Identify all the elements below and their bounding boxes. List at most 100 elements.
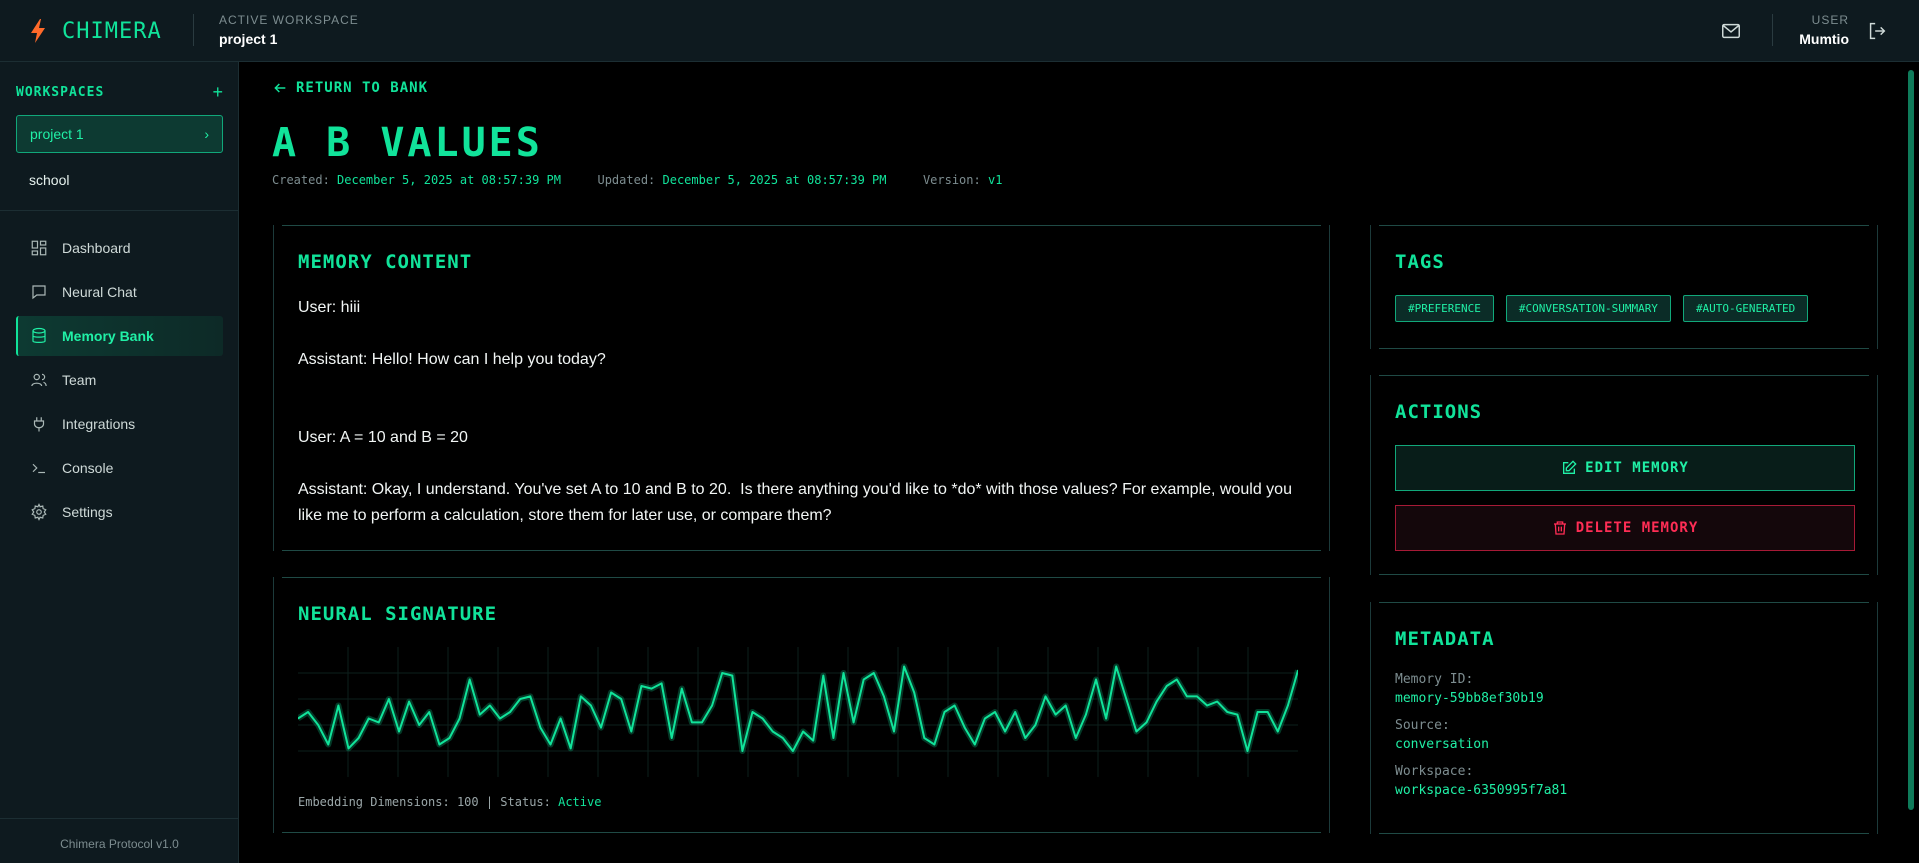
sidebar-item-console[interactable]: Console [16, 448, 223, 488]
sidebar-item-neural-chat[interactable]: Neural Chat [16, 272, 223, 312]
signature-point [1206, 704, 1208, 707]
signature-point [1196, 695, 1198, 698]
signature-point [1216, 700, 1218, 703]
delete-memory-button[interactable]: DELETE MEMORY [1395, 505, 1855, 551]
return-to-bank-label: RETURN TO BANK [296, 80, 429, 96]
memory-content-panel: MEMORY CONTENT User: hiii Assistant: Hel… [273, 225, 1330, 551]
tag-chip[interactable]: #AUTO-GENERATED [1682, 295, 1809, 322]
sidebar-item-label: Integrations [62, 416, 136, 432]
memory-timestamps: Created: December 5, 2025 at 08:57:39 PM… [272, 173, 1002, 187]
signature-point [1064, 704, 1067, 707]
signature-point [1256, 711, 1259, 713]
tag-chip[interactable]: #CONVERSATION-SUMMARY [1505, 295, 1671, 322]
updated-label: Updated: [597, 173, 656, 187]
signature-point [771, 730, 774, 733]
signature-point [1155, 700, 1158, 703]
signature-point [640, 685, 643, 687]
scrollbar-thumb[interactable] [1908, 70, 1914, 810]
sidebar-item-integrations[interactable]: Integrations [16, 404, 223, 444]
signature-point [1004, 730, 1006, 733]
sidebar-item-label: Dashboard [62, 240, 131, 256]
signature-point [721, 672, 724, 674]
signature-point [418, 724, 421, 726]
signature-point [458, 717, 461, 720]
users-icon [31, 373, 47, 387]
signature-point [1246, 750, 1249, 752]
signature-point [822, 674, 825, 677]
signature-point [388, 698, 390, 700]
signature-point [761, 717, 764, 720]
signature-point [620, 698, 623, 700]
signature-point [913, 691, 915, 694]
embedding-info: Embedding Dimensions: 100 | Status: [298, 795, 551, 809]
metadata-title: METADATA [1395, 628, 1495, 650]
sidebar-item-label: Neural Chat [62, 284, 137, 300]
tag-chip[interactable]: #PREFERENCE [1395, 295, 1494, 322]
mail-icon[interactable] [1720, 20, 1742, 42]
signature-point [1145, 721, 1148, 724]
bolt-icon [31, 19, 45, 43]
signature-point [812, 739, 814, 742]
sidebar-divider [0, 210, 239, 211]
sidebar-item-memory-bank[interactable]: Memory Bank [16, 316, 223, 356]
workspaces-header: WORKSPACES + [16, 82, 223, 103]
main-content: RETURN TO BANK A B VALUES Created: Decem… [240, 62, 1905, 863]
signature-point [600, 726, 602, 729]
signature-point [367, 717, 370, 720]
actions-panel: ACTIONS EDIT MEMORY DELETE MEMORY [1370, 375, 1878, 575]
signature-point [862, 678, 865, 681]
gear-icon [31, 503, 47, 521]
arrow-left-icon [274, 83, 286, 93]
workspace-item-project-1[interactable]: project 1 › [16, 115, 223, 153]
signature-point [1266, 711, 1269, 713]
workspace-id-value: workspace-6350995f7a81 [1395, 783, 1568, 798]
return-to-bank-link[interactable]: RETURN TO BANK [272, 80, 428, 96]
workspace-item-school[interactable]: school [16, 165, 223, 195]
signature-point [701, 721, 703, 724]
active-workspace-label: ACTIVE WORKSPACE [219, 13, 359, 27]
signature-point [1074, 737, 1077, 739]
page-title: A B VALUES [272, 120, 543, 166]
metadata-key: Source: [1395, 718, 1450, 733]
sidebar-item-settings[interactable]: Settings [16, 492, 223, 532]
chat-icon [32, 285, 46, 300]
signature-point [539, 726, 542, 729]
signature-point [1054, 713, 1057, 716]
signature-point [1105, 717, 1107, 720]
signature-point [933, 743, 936, 746]
signature-point [893, 730, 895, 733]
signature-point [590, 704, 592, 707]
signature-point [610, 691, 612, 694]
add-workspace-icon[interactable]: + [212, 82, 223, 103]
sidebar-item-team[interactable]: Team [16, 360, 223, 400]
status-value: Active [558, 795, 602, 809]
sidebar-item-label: Console [62, 460, 114, 476]
sidebar-nav: Dashboard Neural Chat Memory Bank Team I… [16, 228, 223, 536]
logout-icon[interactable] [1866, 20, 1888, 42]
signature-point [984, 717, 986, 720]
edit-memory-button[interactable]: EDIT MEMORY [1395, 445, 1855, 491]
signature-point [357, 737, 360, 739]
version-footer: Chimera Protocol v1.0 [60, 837, 179, 851]
signature-point [782, 737, 784, 739]
signature-point [1175, 678, 1178, 681]
signature-point [1014, 711, 1016, 713]
memory-id-value: memory-59bb8ef30b19 [1395, 691, 1544, 706]
signature-point [378, 721, 380, 724]
signature-point [448, 737, 451, 739]
workspace-item-label: project 1 [30, 126, 84, 142]
sidebar-item-dashboard[interactable]: Dashboard [16, 228, 223, 268]
signature-point [650, 687, 653, 690]
signature-point [327, 743, 330, 746]
memory-line: Assistant: Hello! How can I help you tod… [298, 351, 606, 368]
sidebar-item-label: Team [62, 372, 97, 388]
signature-point [1024, 737, 1027, 739]
workspaces-title: WORKSPACES [16, 85, 105, 100]
memory-content-title: MEMORY CONTENT [298, 251, 473, 273]
brand[interactable]: CHIMERA [28, 18, 162, 44]
trash-icon [1553, 521, 1566, 535]
signature-point [1135, 730, 1138, 733]
signature-point [529, 695, 532, 698]
signature-point [1115, 665, 1117, 668]
tags-title: TAGS [1395, 251, 1445, 273]
